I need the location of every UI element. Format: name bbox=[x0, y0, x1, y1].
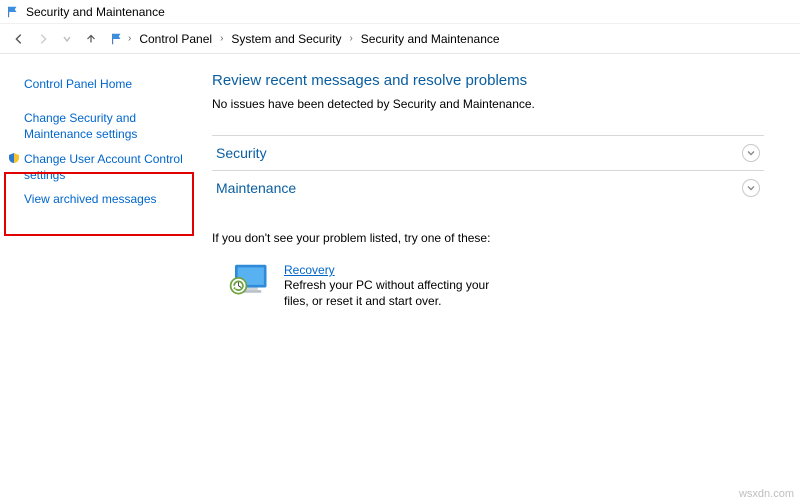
breadcrumb-control-panel[interactable]: Control Panel bbox=[135, 30, 216, 48]
shield-icon bbox=[8, 152, 20, 164]
nav-back-button[interactable] bbox=[8, 28, 30, 50]
watermark: wsxdn.com bbox=[739, 488, 794, 500]
recovery-text: Recovery Refresh your PC without affecti… bbox=[284, 263, 514, 309]
navbar: › Control Panel › System and Security › … bbox=[0, 24, 800, 54]
chevron-right-icon: › bbox=[347, 33, 354, 44]
nav-recent-dropdown[interactable] bbox=[56, 28, 78, 50]
section-title-maintenance: Maintenance bbox=[216, 180, 742, 196]
main-panel: Review recent messages and resolve probl… bbox=[200, 54, 800, 504]
note-text: If you don't see your problem listed, tr… bbox=[212, 231, 764, 245]
nav-forward-button[interactable] bbox=[32, 28, 54, 50]
recovery-desc: Refresh your PC without affecting your f… bbox=[284, 277, 514, 309]
sidebar-link-change-security[interactable]: Change Security and Maintenance settings bbox=[0, 106, 200, 146]
sidebar-link-home[interactable]: Control Panel Home bbox=[0, 72, 200, 96]
chevron-right-icon: › bbox=[218, 33, 225, 44]
section-maintenance[interactable]: Maintenance bbox=[212, 170, 764, 205]
chevron-right-icon: › bbox=[126, 33, 133, 44]
recovery-icon bbox=[228, 263, 270, 299]
section-title-security: Security bbox=[216, 145, 742, 161]
recovery-link[interactable]: Recovery bbox=[284, 263, 335, 277]
section-security[interactable]: Security bbox=[212, 135, 764, 170]
page-subtext: No issues have been detected by Security… bbox=[212, 97, 764, 111]
chevron-down-icon[interactable] bbox=[742, 144, 760, 162]
sidebar: Control Panel Home Change Security and M… bbox=[0, 54, 200, 504]
breadcrumb-security-maintenance[interactable]: Security and Maintenance bbox=[357, 30, 504, 48]
breadcrumb-system-security[interactable]: System and Security bbox=[227, 30, 345, 48]
flag-icon bbox=[110, 32, 124, 46]
sidebar-link-change-uac[interactable]: Change User Account Control settings bbox=[0, 147, 200, 187]
chevron-down-icon[interactable] bbox=[742, 179, 760, 197]
breadcrumb[interactable]: › Control Panel › System and Security › … bbox=[110, 30, 792, 48]
recovery-block: Recovery Refresh your PC without affecti… bbox=[228, 263, 764, 309]
window-title: Security and Maintenance bbox=[26, 5, 165, 19]
page-heading: Review recent messages and resolve probl… bbox=[212, 72, 764, 89]
nav-up-button[interactable] bbox=[80, 28, 102, 50]
sidebar-item-label: Change User Account Control settings bbox=[24, 152, 183, 182]
sidebar-link-archived-messages[interactable]: View archived messages bbox=[0, 187, 200, 211]
content-area: Control Panel Home Change Security and M… bbox=[0, 54, 800, 504]
titlebar: Security and Maintenance bbox=[0, 0, 800, 24]
flag-icon bbox=[6, 5, 20, 19]
